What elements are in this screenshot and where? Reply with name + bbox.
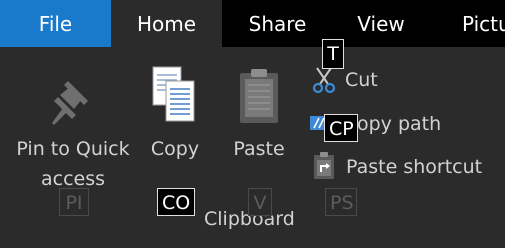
keytip-paste-shortcut: PS bbox=[325, 188, 357, 216]
paste-shortcut-icon[interactable] bbox=[313, 152, 335, 180]
tab-picture-tools[interactable]: Pictu bbox=[429, 0, 505, 47]
tab-file[interactable]: File bbox=[0, 0, 111, 47]
keytip-copy-path: CP bbox=[324, 114, 358, 142]
keytip-paste: V bbox=[248, 188, 272, 216]
tab-view[interactable]: View bbox=[333, 0, 429, 47]
clipboard-icon[interactable] bbox=[238, 67, 280, 125]
paste-button[interactable]: Paste bbox=[224, 134, 294, 164]
cut-button[interactable]: Cut bbox=[345, 68, 378, 92]
pushpin-icon[interactable] bbox=[50, 75, 98, 127]
clipboard-group: Pin to Quick access Copy Paste Cut opy p… bbox=[0, 39, 505, 248]
copy-pages-icon[interactable] bbox=[150, 65, 198, 125]
copy-path-button[interactable]: opy path bbox=[357, 112, 441, 136]
keytip-pin: PI bbox=[59, 188, 89, 216]
ribbon-tab-strip: File Home Share View Pictu bbox=[0, 0, 505, 48]
pin-to-quick-access-button[interactable]: Pin to Quick access bbox=[6, 134, 140, 194]
paste-shortcut-button[interactable]: Paste shortcut bbox=[346, 155, 482, 179]
tab-share[interactable]: Share bbox=[222, 0, 333, 47]
keytip-copy: CO bbox=[157, 188, 195, 216]
pin-label-line1: Pin to Quick bbox=[16, 138, 130, 160]
tab-home[interactable]: Home bbox=[111, 0, 222, 48]
file-explorer-ribbon: File Home Share View Pictu Pin to Quick … bbox=[0, 0, 505, 248]
scissors-icon[interactable] bbox=[312, 66, 336, 94]
copy-button[interactable]: Copy bbox=[140, 134, 210, 164]
keytip-cut: T bbox=[322, 39, 344, 69]
